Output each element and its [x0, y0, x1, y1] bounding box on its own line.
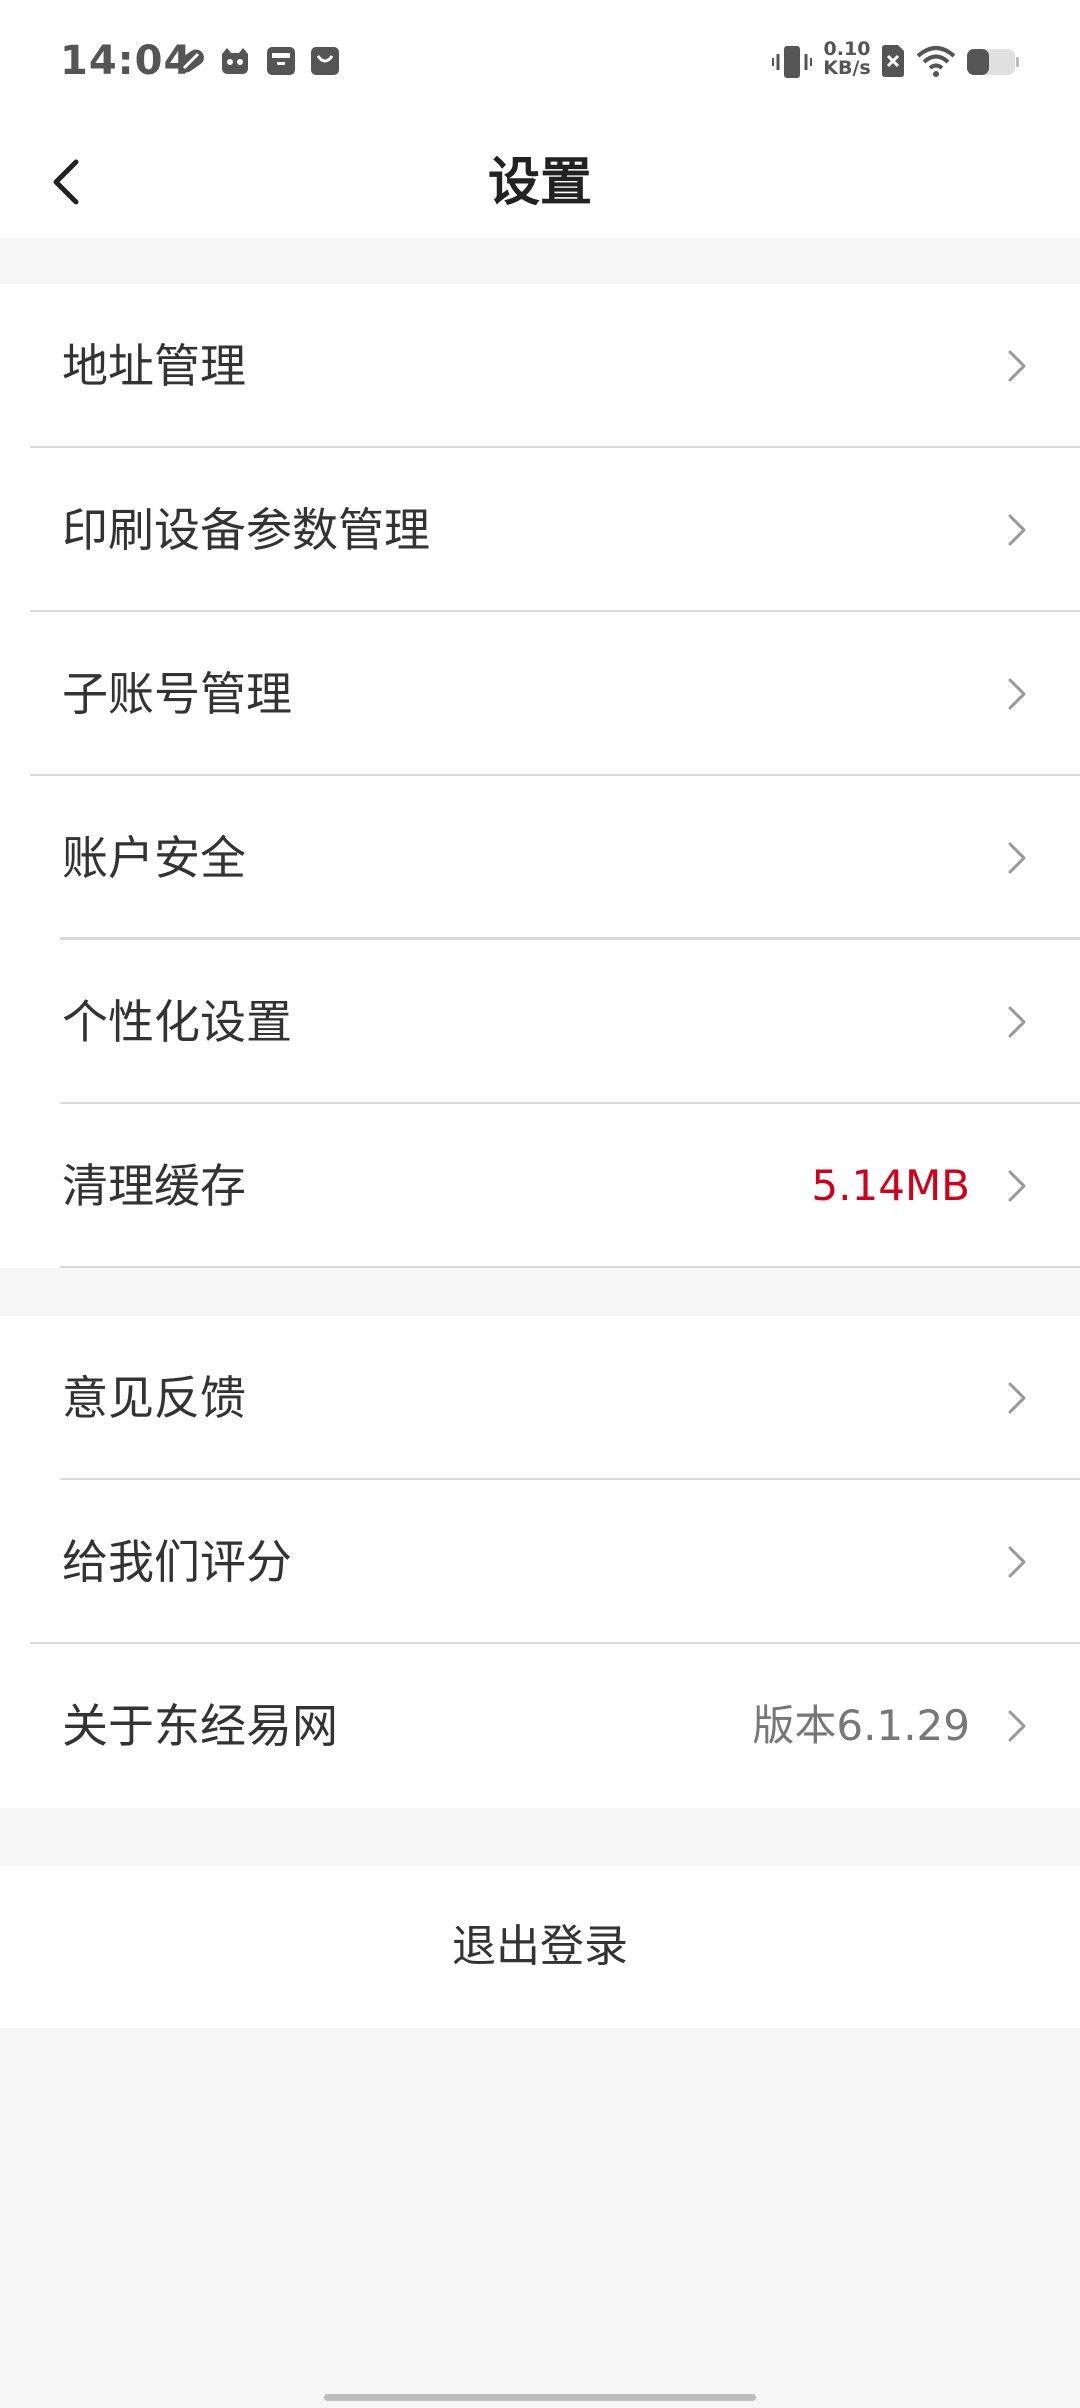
row-personalization[interactable]: 个性化设置 [0, 940, 1080, 1104]
row-about-app[interactable]: 关于东经易网 版本6.1.29 [0, 1644, 1080, 1808]
page-title: 设置 [487, 153, 592, 213]
divider [60, 1266, 1080, 1268]
row-label: 个性化设置 [62, 995, 292, 1049]
row-label: 印刷设备参数管理 [62, 503, 430, 557]
no-sim-icon [880, 44, 906, 82]
row-sub-account-management[interactable]: 子账号管理 [0, 612, 1080, 776]
row-label: 地址管理 [62, 339, 246, 393]
chevron-right-icon [1008, 678, 1026, 710]
row-print-device-params[interactable]: 印刷设备参数管理 [0, 448, 1080, 612]
row-label: 清理缓存 [62, 1159, 246, 1213]
app-header: 设置 [0, 128, 1080, 238]
settings-group-about: 意见反馈 给我们评分 关于东经易网 版本6.1.29 [0, 1316, 1080, 1808]
network-speed-unit: KB/s [823, 57, 871, 79]
settings-screen: 14:04 0.10 KB/s 设置 地址管理 印刷设备参数管理 子账号管理 账… [0, 0, 1080, 2408]
chevron-right-icon [1008, 1382, 1026, 1414]
row-clear-cache[interactable]: 清理缓存 5.14MB [0, 1104, 1080, 1268]
row-address-management[interactable]: 地址管理 [0, 284, 1080, 448]
status-time: 14:04 [60, 38, 193, 84]
chevron-right-icon [1008, 842, 1026, 874]
row-label: 给我们评分 [62, 1535, 292, 1589]
settings-group-account: 地址管理 印刷设备参数管理 子账号管理 账户安全 个性化设置 清理缓存 5.14… [0, 284, 1080, 1268]
battery-icon [966, 48, 1020, 80]
shopping-bag-icon [308, 44, 342, 82]
cat-face-icon [218, 44, 252, 82]
cache-size-value: 5.14MB [811, 1161, 970, 1210]
row-label: 关于东经易网 [62, 1699, 338, 1753]
row-feedback[interactable]: 意见反馈 [0, 1316, 1080, 1480]
storage-box-icon [264, 44, 298, 82]
home-indicator[interactable] [324, 2394, 756, 2401]
row-label: 账户安全 [62, 831, 246, 885]
status-bar: 14:04 0.10 KB/s [0, 0, 1080, 128]
chevron-right-icon [1008, 350, 1026, 382]
chevron-right-icon [1008, 514, 1026, 546]
network-speed: 0.10 KB/s [822, 40, 872, 78]
chevron-right-icon [1008, 1546, 1026, 1578]
wifi-icon [916, 44, 956, 82]
version-value: 版本6.1.29 [752, 1701, 970, 1750]
chevron-right-icon [1008, 1006, 1026, 1038]
row-label: 意见反馈 [62, 1371, 246, 1425]
row-account-security[interactable]: 账户安全 [0, 776, 1080, 940]
chevron-right-icon [1008, 1710, 1026, 1742]
logout-label: 退出登录 [452, 1921, 628, 1972]
row-rate-us[interactable]: 给我们评分 [0, 1480, 1080, 1644]
row-label: 子账号管理 [62, 667, 292, 721]
chevron-right-icon [1008, 1170, 1026, 1202]
logout-button[interactable]: 退出登录 [0, 1866, 1080, 2028]
pill-app-icon [174, 44, 208, 82]
vibrate-icon [772, 44, 812, 84]
